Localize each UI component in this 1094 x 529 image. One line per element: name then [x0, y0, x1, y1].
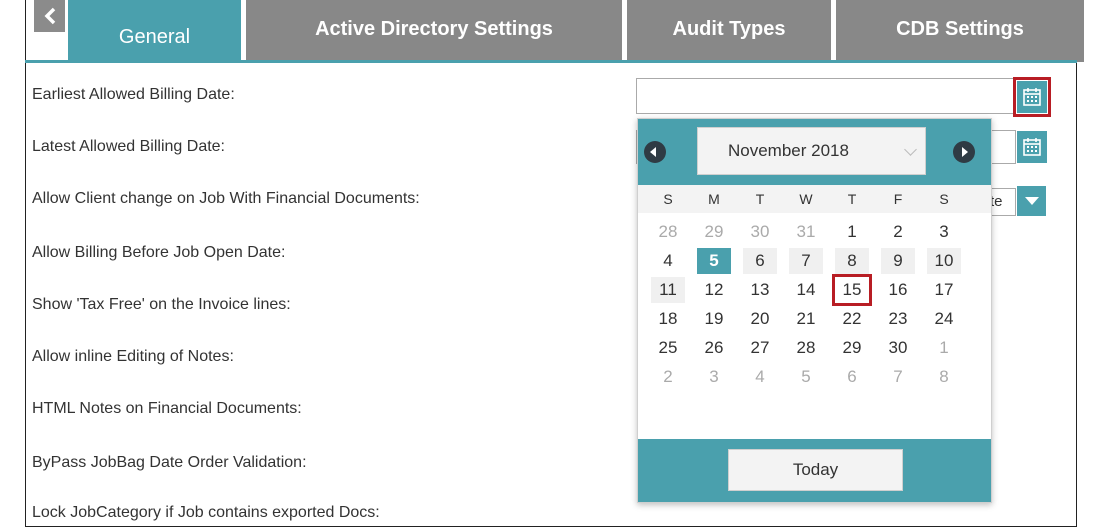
- calendar-day[interactable]: 28: [789, 335, 823, 361]
- calendar-day[interactable]: 9: [881, 248, 915, 274]
- weekday-label: T: [755, 191, 765, 207]
- tab-general[interactable]: General: [68, 0, 241, 62]
- calendar-day[interactable]: 6: [743, 248, 777, 274]
- tab-audit-types[interactable]: Audit Types: [627, 0, 831, 62]
- back-chevron-icon[interactable]: [34, 0, 65, 32]
- calendar-day[interactable]: 31: [789, 219, 823, 245]
- weekday-label: S: [663, 191, 673, 207]
- calendar-footer: Today: [638, 439, 991, 502]
- calendar-day[interactable]: 14: [789, 277, 823, 303]
- label-inline-editing-notes: Allow inline Editing of Notes:: [32, 348, 234, 365]
- calendar-day[interactable]: 10: [927, 248, 961, 274]
- calendar-day[interactable]: 11: [651, 277, 685, 303]
- chevron-down-icon: [904, 143, 917, 156]
- calendar-day[interactable]: 1: [835, 219, 869, 245]
- calendar-day[interactable]: 29: [835, 335, 869, 361]
- weekday-label: M: [708, 191, 720, 207]
- dropdown-caret-icon[interactable]: [1017, 186, 1046, 216]
- calendar-day[interactable]: 5: [697, 248, 731, 274]
- label-earliest-billing-date: Earliest Allowed Billing Date:: [32, 86, 235, 103]
- tab-cdb-settings[interactable]: CDB Settings: [836, 0, 1084, 62]
- calendar-day[interactable]: 3: [697, 364, 731, 390]
- month-year-label: November 2018: [728, 141, 849, 160]
- calendar-day[interactable]: 6: [835, 364, 869, 390]
- calendar-day[interactable]: 17: [927, 277, 961, 303]
- calendar-day[interactable]: 8: [927, 364, 961, 390]
- today-button[interactable]: Today: [728, 449, 903, 491]
- label-latest-billing-date: Latest Allowed Billing Date:: [32, 138, 225, 155]
- calendar-day[interactable]: 19: [697, 306, 731, 332]
- calendar-header: November 2018: [638, 119, 991, 185]
- label-show-tax-free: Show 'Tax Free' on the Invoice lines:: [32, 296, 291, 313]
- calendar-day[interactable]: 4: [651, 248, 685, 274]
- calendar-button-earliest[interactable]: [1013, 77, 1051, 117]
- calendar-day[interactable]: 21: [789, 306, 823, 332]
- prev-month-icon[interactable]: [644, 141, 666, 163]
- calendar-day[interactable]: 2: [651, 364, 685, 390]
- calendar-day[interactable]: 25: [651, 335, 685, 361]
- calendar-day[interactable]: 5: [789, 364, 823, 390]
- calendar-button-latest[interactable]: [1017, 131, 1047, 163]
- calendar-day[interactable]: 15: [832, 274, 872, 306]
- calendar-day[interactable]: 24: [927, 306, 961, 332]
- weekday-header: S M T W T F S: [638, 185, 991, 213]
- calendar-day[interactable]: 29: [697, 219, 731, 245]
- weekday-label: W: [799, 191, 813, 207]
- calendar-day[interactable]: 20: [743, 306, 777, 332]
- calendar-day[interactable]: 27: [743, 335, 777, 361]
- next-month-icon[interactable]: [953, 141, 975, 163]
- calendar-day[interactable]: 26: [697, 335, 731, 361]
- chevron-left-icon: [44, 7, 55, 25]
- label-allow-client-change: Allow Client change on Job With Financia…: [32, 190, 420, 207]
- calendar-day[interactable]: 1: [927, 335, 961, 361]
- calendar-day[interactable]: 7: [789, 248, 823, 274]
- label-lock-jobcategory: Lock JobCategory if Job contains exporte…: [32, 504, 380, 521]
- calendar-day[interactable]: 13: [743, 277, 777, 303]
- weekday-label: F: [893, 191, 903, 207]
- calendar-day[interactable]: 7: [881, 364, 915, 390]
- calendar-day[interactable]: 16: [881, 277, 915, 303]
- calendar-day[interactable]: 30: [743, 219, 777, 245]
- earliest-billing-date-input[interactable]: [636, 78, 1016, 114]
- calendar-day[interactable]: 2: [881, 219, 915, 245]
- weekday-label: T: [847, 191, 857, 207]
- month-year-select[interactable]: November 2018: [697, 127, 926, 175]
- weekday-label: S: [939, 191, 949, 207]
- calendar-day[interactable]: 22: [835, 306, 869, 332]
- calendar-day[interactable]: 3: [927, 219, 961, 245]
- tab-underline: [25, 60, 1077, 63]
- label-html-notes: HTML Notes on Financial Documents:: [32, 400, 302, 417]
- calendar-day[interactable]: 4: [743, 364, 777, 390]
- calendar-day[interactable]: 23: [881, 306, 915, 332]
- label-bypass-jobbag: ByPass JobBag Date Order Validation:: [32, 454, 307, 471]
- calendar-day[interactable]: 18: [651, 306, 685, 332]
- calendar-day[interactable]: 8: [835, 248, 869, 274]
- calendar-icon: [1023, 138, 1041, 156]
- date-picker-popup: November 2018 S M T W T F S 28 29 30 31 1 2 3 4…: [637, 118, 992, 503]
- label-allow-billing-before-open: Allow Billing Before Job Open Date:: [32, 244, 286, 261]
- calendar-icon: [1023, 88, 1041, 106]
- tab-active-directory-settings[interactable]: Active Directory Settings: [246, 0, 622, 62]
- calendar-day[interactable]: 28: [651, 219, 685, 245]
- calendar-day[interactable]: 12: [697, 277, 731, 303]
- calendar-day[interactable]: 30: [881, 335, 915, 361]
